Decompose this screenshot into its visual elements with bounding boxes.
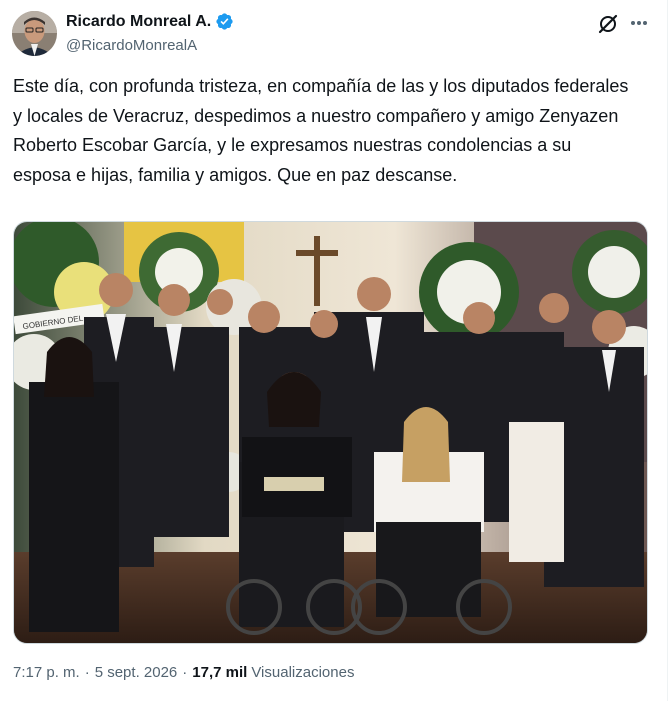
avatar-photo bbox=[12, 11, 57, 56]
grok-slash-icon[interactable] bbox=[597, 13, 619, 35]
tweet-photo[interactable]: GOBIERNO DEL bbox=[13, 221, 648, 644]
tweet-date[interactable]: 5 sept. 2026 bbox=[95, 664, 178, 681]
avatar[interactable] bbox=[12, 11, 57, 56]
more-dots-icon[interactable] bbox=[627, 12, 651, 34]
tweet-meta: 7:17 p. m. · 5 sept. 2026 · 17,7 mil Vis… bbox=[13, 664, 354, 681]
views-label: Visualizaciones bbox=[251, 664, 355, 681]
tweet-time[interactable]: 7:17 p. m. bbox=[13, 664, 80, 681]
author-name-row[interactable]: Ricardo Monreal A. bbox=[66, 12, 234, 31]
author-display-name[interactable]: Ricardo Monreal A. bbox=[66, 13, 211, 31]
funeral-group-photo: GOBIERNO DEL bbox=[14, 222, 647, 643]
meta-separator-2: · bbox=[182, 664, 188, 681]
author-handle[interactable]: @RicardoMonrealA bbox=[66, 37, 197, 54]
verified-badge-icon bbox=[215, 12, 234, 31]
tweet-text: Este día, con profunda tristeza, en comp… bbox=[13, 76, 629, 185]
views-count: 17,7 mil bbox=[192, 664, 248, 681]
meta-separator: · bbox=[84, 664, 90, 681]
